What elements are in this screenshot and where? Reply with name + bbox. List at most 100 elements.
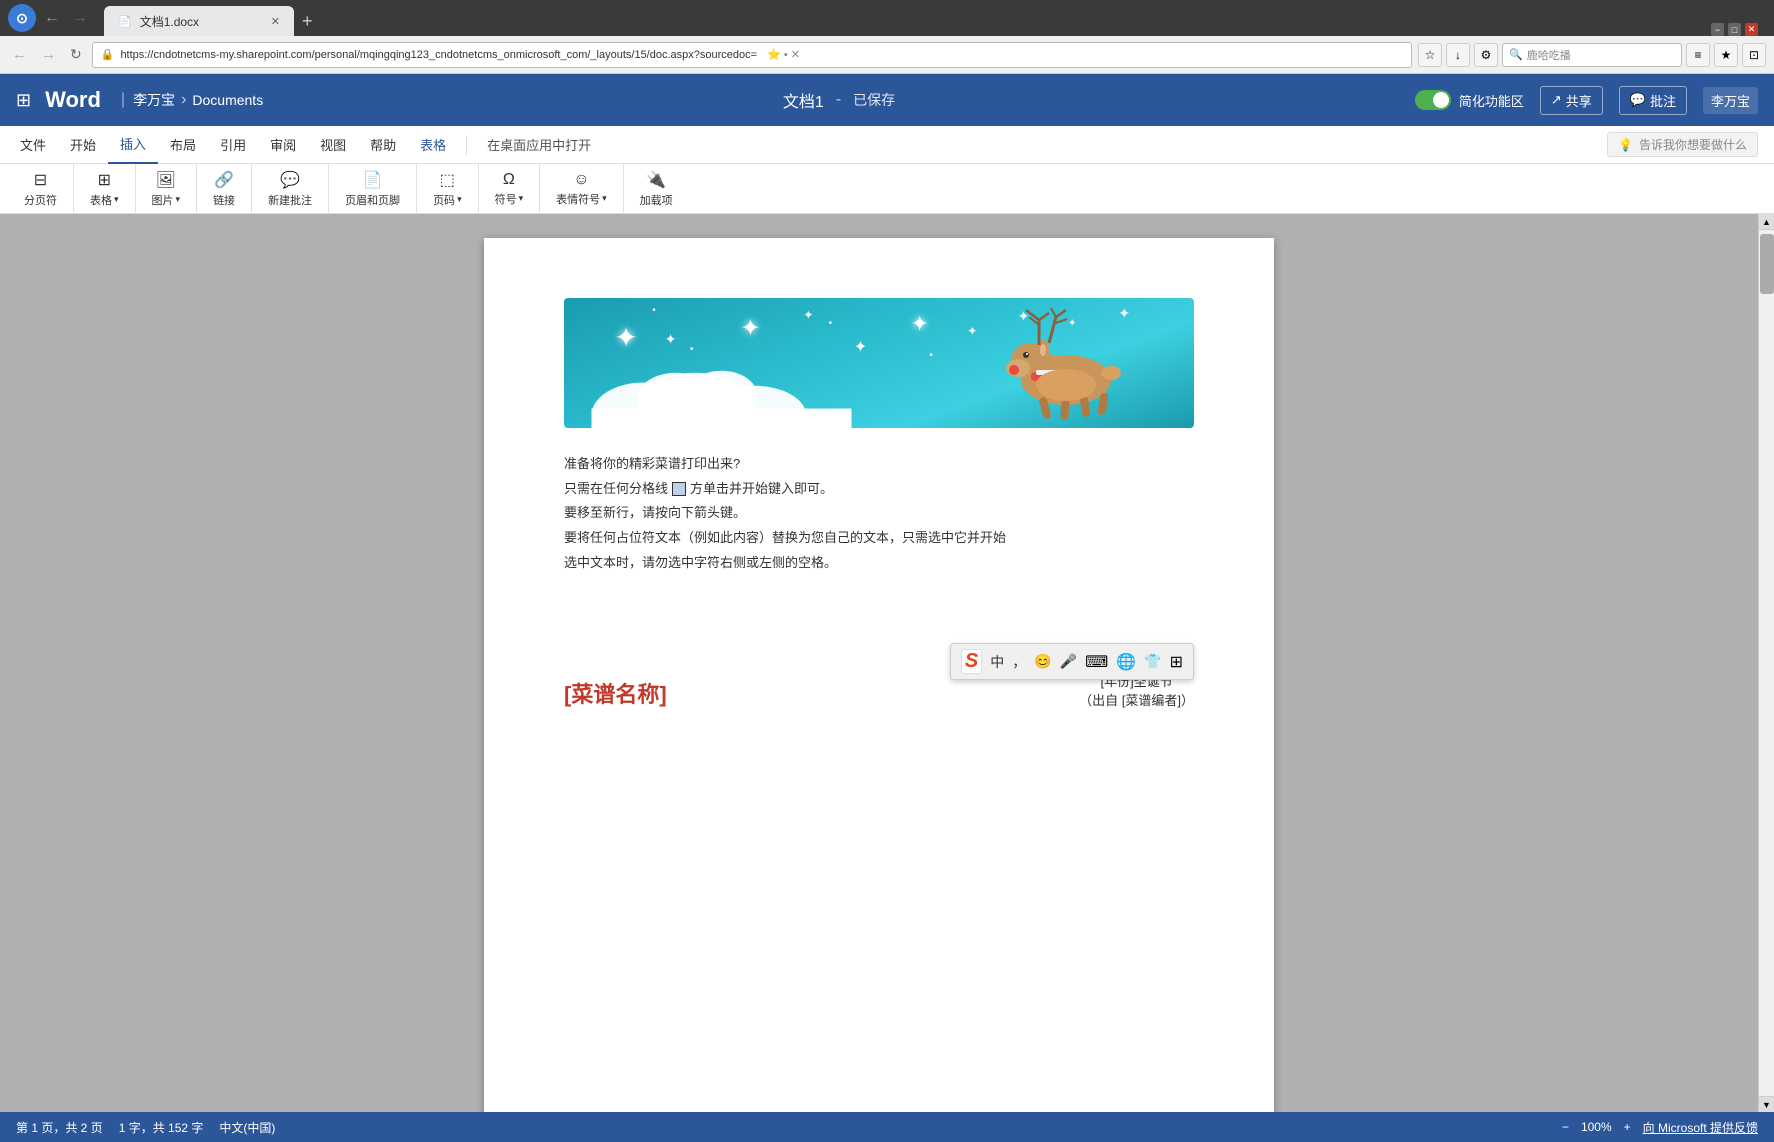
nav-forward2[interactable]: → (37, 46, 60, 63)
nav-forward[interactable]: → (68, 9, 92, 27)
browser-tab[interactable]: 📄 文档1.docx ✕ (104, 6, 294, 36)
table-btn[interactable]: ⊞ 表格 ▾ (82, 167, 127, 211)
ime-keyboard[interactable]: ⌨ (1085, 652, 1108, 672)
address-field[interactable]: 🔒 https://cndotnetcms-my.sharepoint.com/… (92, 42, 1412, 68)
picture-icon: 🖼 (156, 170, 176, 190)
zoom-plus[interactable]: + (1624, 1120, 1631, 1134)
browser-icon-2[interactable]: ↓ (1446, 43, 1470, 67)
page-num-btn[interactable]: ⬚ 页码 ▾ (425, 167, 470, 211)
header-separator-1: | (121, 91, 125, 109)
ribbon-group-link: 🔗 链接 (197, 164, 252, 214)
ime-grid[interactable]: ⊞ (1170, 652, 1183, 672)
browser-menu-icon[interactable]: ≡ (1686, 43, 1710, 67)
symbol-btn[interactable]: Ω 符号 ▾ (487, 168, 532, 210)
tab-view[interactable]: 视图 (308, 126, 358, 164)
share-icon: ↗ (1551, 92, 1562, 108)
tab-icon: 📄 (118, 15, 132, 28)
table-icon: ⊞ (98, 170, 111, 190)
doc-title[interactable]: 文档1 (783, 88, 824, 112)
page-break-icon: ⊟ (34, 170, 47, 190)
feedback-link[interactable]: 向 Microsoft 提供反馈 (1643, 1119, 1758, 1136)
ime-voice[interactable]: 🎤 (1060, 653, 1077, 670)
header-footer-btn[interactable]: 📄 页眉和页脚 (337, 167, 408, 211)
new-tab-button[interactable]: + (294, 6, 321, 36)
scroll-up-btn[interactable]: ▲ (1759, 214, 1774, 230)
search-field[interactable]: 🔍 鹿哈吃播 (1502, 43, 1682, 67)
scroll-thumb[interactable] (1760, 234, 1774, 294)
ime-comma[interactable]: ， (1012, 652, 1026, 672)
ribbon-group-breaks: ⊟ 分页符 (8, 164, 74, 214)
ime-s-icon[interactable]: S (961, 649, 982, 674)
status-right: − 100% + 向 Microsoft 提供反馈 (1562, 1119, 1758, 1136)
ribbon-tabs-row: 文件 开始 插入 布局 引用 审阅 视图 帮助 表格 在桌面应用中打开 💡 告诉… (0, 126, 1774, 164)
language: 中文(中国) (219, 1119, 275, 1136)
new-comment-btn[interactable]: 💬 新建批注 (260, 167, 320, 211)
nav-back2[interactable]: ← (8, 46, 31, 63)
emoji-btn[interactable]: ☺ 表情符号 ▾ (548, 168, 615, 210)
page-info: 第 1 页，共 2 页 (16, 1119, 103, 1136)
doc-instructions[interactable]: 准备将你的精彩菜谱打印出来? 只需在任何分格线方单击并开始键入即可。 要移至新行… (564, 452, 1194, 575)
tab-table[interactable]: 表格 (408, 126, 458, 164)
document-page[interactable]: ✦ ✦ ✦ ✦ ✦ ✦ ✦ ✦ ✦ ✦ • • • • (484, 238, 1274, 1112)
page-break-btn[interactable]: ⊟ 分页符 (16, 167, 65, 211)
tab-file[interactable]: 文件 (8, 126, 58, 164)
nav-back[interactable]: ← (40, 9, 64, 27)
browser-icon-4[interactable]: ★ (1714, 43, 1738, 67)
breadcrumb-arrow: › (181, 91, 186, 109)
tab-help[interactable]: 帮助 (358, 126, 408, 164)
ribbon-group-pagenum: ⬚ 页码 ▾ (417, 164, 479, 214)
share-button[interactable]: ↗ 共享 (1540, 86, 1603, 115)
nav-refresh[interactable]: ↻ (66, 46, 86, 63)
browser-icon-1[interactable]: ☆ (1418, 43, 1442, 67)
breadcrumb-item[interactable]: Documents (192, 92, 263, 108)
lock-icon: 🔒 (101, 48, 115, 61)
tell-me-box[interactable]: 💡 告诉我你想要做什么 (1607, 132, 1758, 157)
ribbon-group-addins: 🔌 加载项 (624, 164, 689, 214)
tab-title: 文档1.docx (140, 13, 199, 30)
tab-close-icon[interactable]: ✕ (271, 15, 280, 28)
ribbon-group-header: 📄 页眉和页脚 (329, 164, 417, 214)
title-separator: - (836, 91, 841, 109)
tab-review[interactable]: 审阅 (258, 126, 308, 164)
link-btn[interactable]: 🔗 链接 (205, 167, 243, 211)
page-num-icon: ⬚ (440, 170, 455, 190)
search-icon: 🔍 (1509, 48, 1523, 61)
tab-desktop-app[interactable]: 在桌面应用中打开 (475, 126, 603, 164)
ribbon-group-picture: 🖼 图片 ▾ (136, 164, 198, 214)
tab-references[interactable]: 引用 (208, 126, 258, 164)
comment-button[interactable]: 💬 批注 (1619, 86, 1687, 115)
link-icon: 🔗 (214, 170, 234, 190)
browser-icon-5[interactable]: ⊡ (1742, 43, 1766, 67)
user-name[interactable]: 李万宝 (133, 90, 175, 110)
zoom-minus[interactable]: − (1562, 1120, 1569, 1134)
waffle-menu[interactable]: ⊞ (16, 90, 31, 111)
picture-btn[interactable]: 🖼 图片 ▾ (144, 167, 189, 211)
ime-toolbar: S 中 ， 😊 🎤 ⌨ 🌐 👕 ⊞ (950, 643, 1194, 680)
simplify-toggle-area[interactable]: 简化功能区 (1415, 90, 1524, 110)
user-display[interactable]: 李万宝 (1703, 87, 1758, 114)
scroll-down-btn[interactable]: ▼ (1759, 1096, 1774, 1112)
header-footer-icon: 📄 (363, 170, 383, 190)
recipe-source: （出自 [菜谱编者]） (1079, 690, 1194, 709)
ime-shirt[interactable]: 👕 (1144, 653, 1161, 670)
ribbon-group-comment: 💬 新建批注 (252, 164, 329, 214)
recipe-title[interactable]: [菜谱名称] (564, 677, 667, 709)
ribbon-tools-row: ⊟ 分页符 ⊞ 表格 ▾ 🖼 图片 ▾ 🔗 链接 💬 新建批注 📄 页 (0, 164, 1774, 214)
ribbon-group-symbol: Ω 符号 ▾ (479, 164, 541, 214)
reindeer-image (971, 305, 1156, 425)
browser-icon-3[interactable]: ⚙ (1474, 43, 1498, 67)
ime-globe[interactable]: 🌐 (1116, 652, 1136, 672)
ime-chinese[interactable]: 中 (990, 652, 1004, 672)
addins-btn[interactable]: 🔌 加载项 (632, 167, 681, 211)
word-logo: Word (45, 87, 101, 113)
maximize-btn[interactable]: □ (1728, 23, 1741, 36)
minimize-btn[interactable]: − (1711, 23, 1724, 36)
toggle-switch[interactable] (1415, 90, 1451, 110)
instruction-2-text: 只需在任何分格线 (564, 477, 668, 502)
tab-insert[interactable]: 插入 (108, 126, 158, 164)
tab-layout[interactable]: 布局 (158, 126, 208, 164)
close-btn[interactable]: ✕ (1745, 23, 1758, 36)
ime-emoji[interactable]: 😊 (1034, 653, 1051, 670)
search-text: 鹿哈吃播 (1527, 47, 1571, 63)
tab-home[interactable]: 开始 (58, 126, 108, 164)
